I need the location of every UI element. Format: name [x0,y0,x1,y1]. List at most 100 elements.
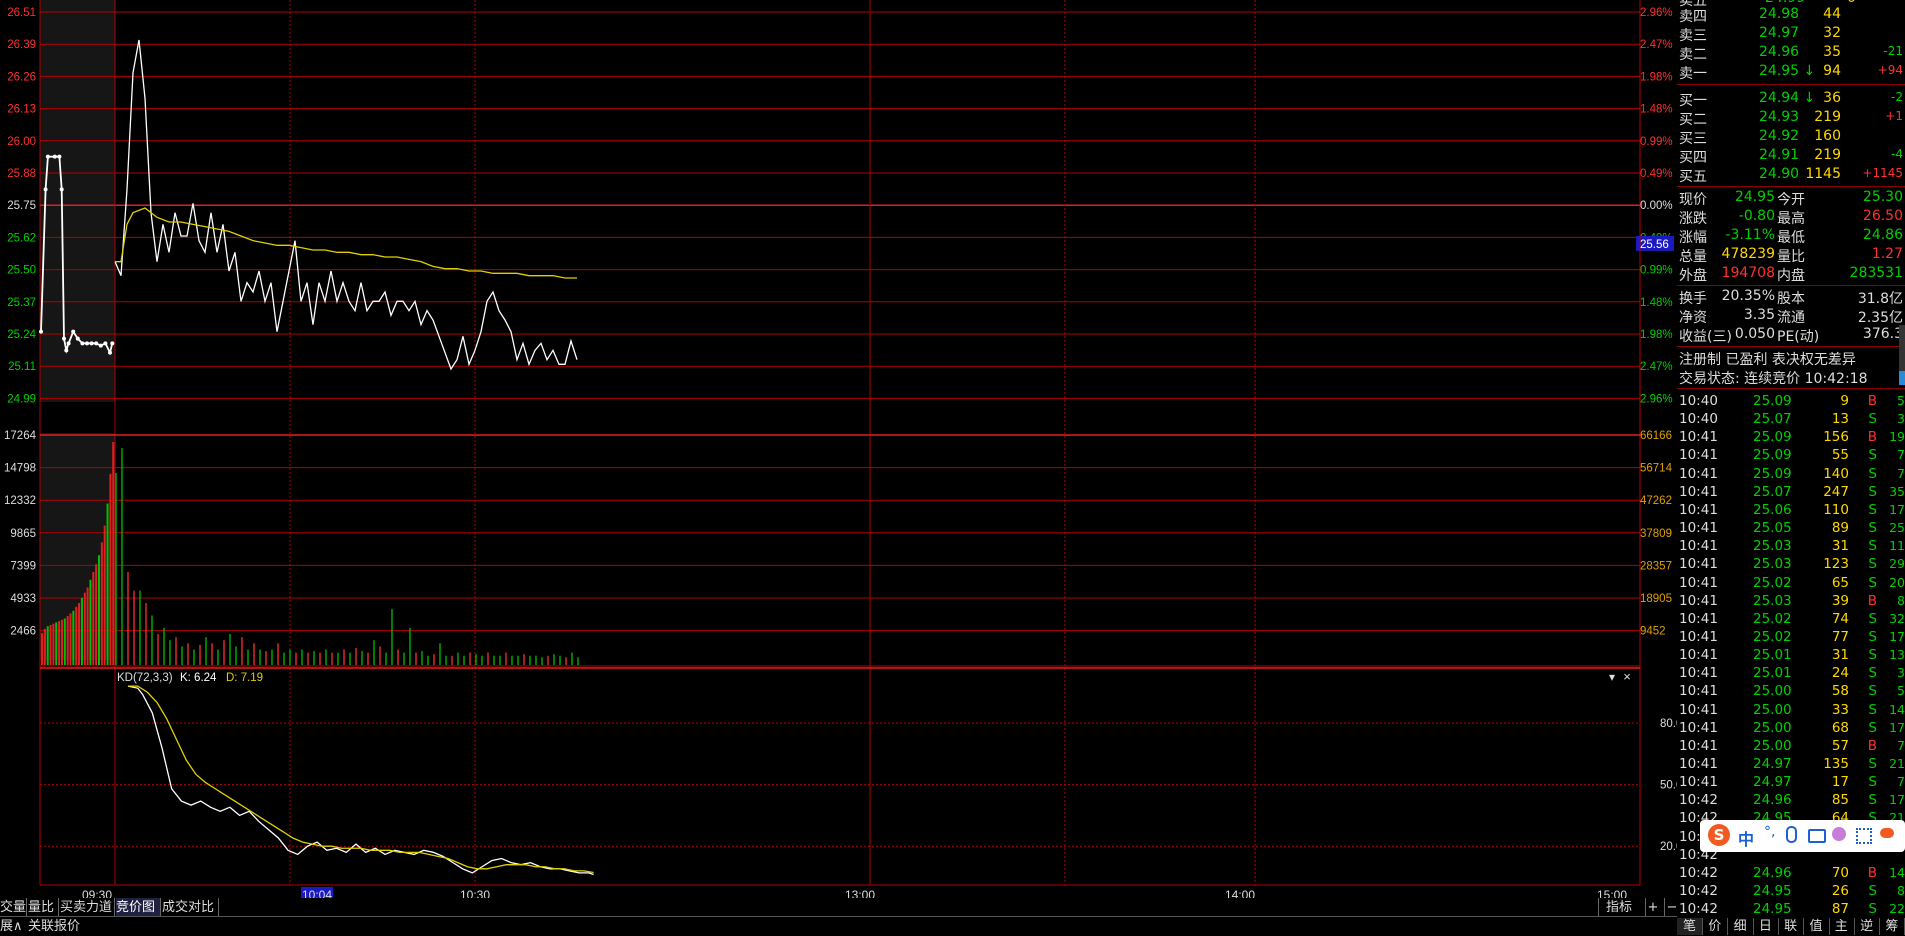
auction-volume-bar [41,633,43,665]
price-tick-label: 26.39 [7,39,36,51]
side-tab[interactable]: 价 [1702,918,1729,935]
fundamental-stat-row: 净资 3.35 流通 2.35亿 [1679,307,1903,326]
side-tab[interactable]: 联 [1778,918,1805,935]
price-tick-label: 25.88 [7,168,36,180]
fundamental-stat-row: 换手 20.35% 股本 31.8亿 [1679,288,1903,307]
auction-volume-bar [72,610,75,665]
ask-row[interactable]: 卖三 24.97 32 [1677,25,1905,44]
side-tab[interactable]: 细 [1728,918,1754,935]
volume-tick-label: 14798 [4,463,36,475]
auction-price-point [85,341,89,346]
side-tab[interactable]: 日 [1753,918,1779,935]
pct-tick-label: 0.99% [1640,265,1673,277]
punct-icon[interactable]: °, [1764,824,1775,840]
more-icon[interactable] [1880,828,1894,838]
auction-price-point [62,336,66,341]
zoom-in-button[interactable]: + [1645,898,1660,917]
tick-row: 10:41 25.03 39 B 8 [1679,592,1905,609]
bottom-toolbar: 交量 量比 买卖力道 竞价图 成交对比展∧ 关联报价 指标 + − [0,898,1677,935]
side-tab[interactable]: 笔 [1677,918,1703,935]
price-tick-label: 25.24 [7,329,36,341]
auction-volume-bar [69,613,72,665]
registration-notice: 注册制 已盈利 表决权无差异 [1679,352,1856,368]
toolbar-divider [0,916,1677,917]
volume-tick-label: 4933 [10,593,36,605]
kd-tick-label: 80.00 [1660,718,1677,730]
indicator-tab[interactable]: 买卖力道 [60,898,115,917]
auction-price-point [57,154,62,159]
auction-price-point [75,336,80,341]
zoom-out-button[interactable]: − [1664,898,1679,917]
volume-right-tick-label: 28357 [1640,560,1672,572]
keyboard-icon[interactable] [1808,829,1826,843]
bid-row[interactable]: 买三 24.92 160 [1677,128,1905,147]
indicator-tab[interactable]: 成交对比 [162,898,219,917]
auction-price-point [52,154,57,159]
auction-price-point [66,341,71,346]
indicator-button[interactable]: 指标 [1598,898,1639,917]
side-tab[interactable]: 值 [1804,918,1830,935]
ask-row[interactable]: 卖一 24.95 ↓ 94 +94 [1677,63,1905,82]
auction-price-point [103,341,108,346]
auction-volume-bar [89,579,92,665]
quote-stat-row: 外盘 194708 内盘 283531 [1679,265,1903,284]
volume-right-tick-label: 9452 [1640,626,1666,638]
side-tab[interactable]: 筹 [1879,918,1905,935]
auction-volume-bar [80,597,83,665]
linked-tab[interactable]: 展∧ [0,917,24,936]
tick-row: 10:41 25.09 55 S 7 [1679,447,1905,464]
ask-row[interactable]: 卖二 24.96 35 -21 [1677,44,1905,63]
toolbox-icon[interactable] [1856,828,1872,844]
price-tick-label: 24.99 [7,393,36,405]
ime-toolbar[interactable]: S 中 °, [1700,820,1905,852]
stats-divider [1677,186,1905,187]
auction-price-point [71,329,76,334]
tick-row: 10:42 24.95 87 S 22 [1679,901,1905,918]
tick-row: 10:42 24.96 70 B 14 [1679,864,1905,881]
skin-icon[interactable] [1832,827,1846,841]
side-tab[interactable]: 逆 [1854,918,1881,935]
ticks-scrollbar[interactable] [1899,325,1905,385]
side-tab[interactable]: 主 [1829,918,1855,935]
auction-price-point [64,348,69,353]
time-label: 14:00 [1225,888,1255,898]
pct-tick-label: 2.96% [1640,393,1673,405]
auction-volume-bar [95,564,98,665]
pct-tick-label: 0.49% [1640,168,1673,180]
auction-volume-bar [112,442,115,665]
volume-right-tick-label: 56714 [1640,463,1673,475]
sogou-icon[interactable]: S [1708,824,1730,846]
quote-stat-row: 涨跌 -0.80 最高 26.50 [1679,208,1903,227]
quote-stat-row: 涨幅 -3.11% 最低 24.86 [1679,227,1903,246]
tick-row: 10:41 25.00 58 S 5 [1679,683,1905,700]
time-label: 15:00 [1597,888,1627,898]
auction-volume-bar [83,592,86,665]
volume-tick-label: 2466 [10,626,36,638]
bid-row[interactable]: 买一 24.94 ↓ 36 -2 [1677,90,1905,109]
auction-volume-bar [109,473,112,665]
tick-row: 10:42 24.96 85 S 17 [1679,792,1905,809]
auction-volume-bar [49,624,52,665]
auction-volume-bar [55,622,58,665]
tick-row: 10:41 25.02 65 S 20 [1679,574,1905,591]
pct-tick-label: 1.48% [1640,104,1673,116]
indicator-tab[interactable]: 交量 [0,898,27,917]
ime-mode-label[interactable]: 中 [1738,826,1754,850]
kd-d-line [128,685,594,874]
pct-tick-label: 2.96% [1640,7,1673,19]
bid-row[interactable]: 买二 24.93 219 +1 [1677,109,1905,128]
auction-price-point [39,329,43,334]
mic-icon[interactable] [1786,826,1797,843]
auction-volume-bar [63,618,66,665]
indicator-tab[interactable]: 量比 [28,898,59,917]
bid-row[interactable]: 买四 24.91 219 -4 [1677,147,1905,166]
kd-d-label: D: 7.19 [226,672,263,684]
volume-tick-label: 12332 [4,495,36,507]
price-tick-label: 25.11 [8,361,36,373]
auction-price-point [80,341,85,346]
linked-tab[interactable]: 关联报价 [28,917,84,936]
bid-row[interactable]: 买五 24.90 1145 +1145 [1677,166,1905,185]
ask-row[interactable]: 卖四 24.98 44 [1677,6,1905,25]
indicator-tab[interactable]: 竞价图 [116,898,161,917]
pct-tick-label: 1.98% [1640,71,1673,83]
